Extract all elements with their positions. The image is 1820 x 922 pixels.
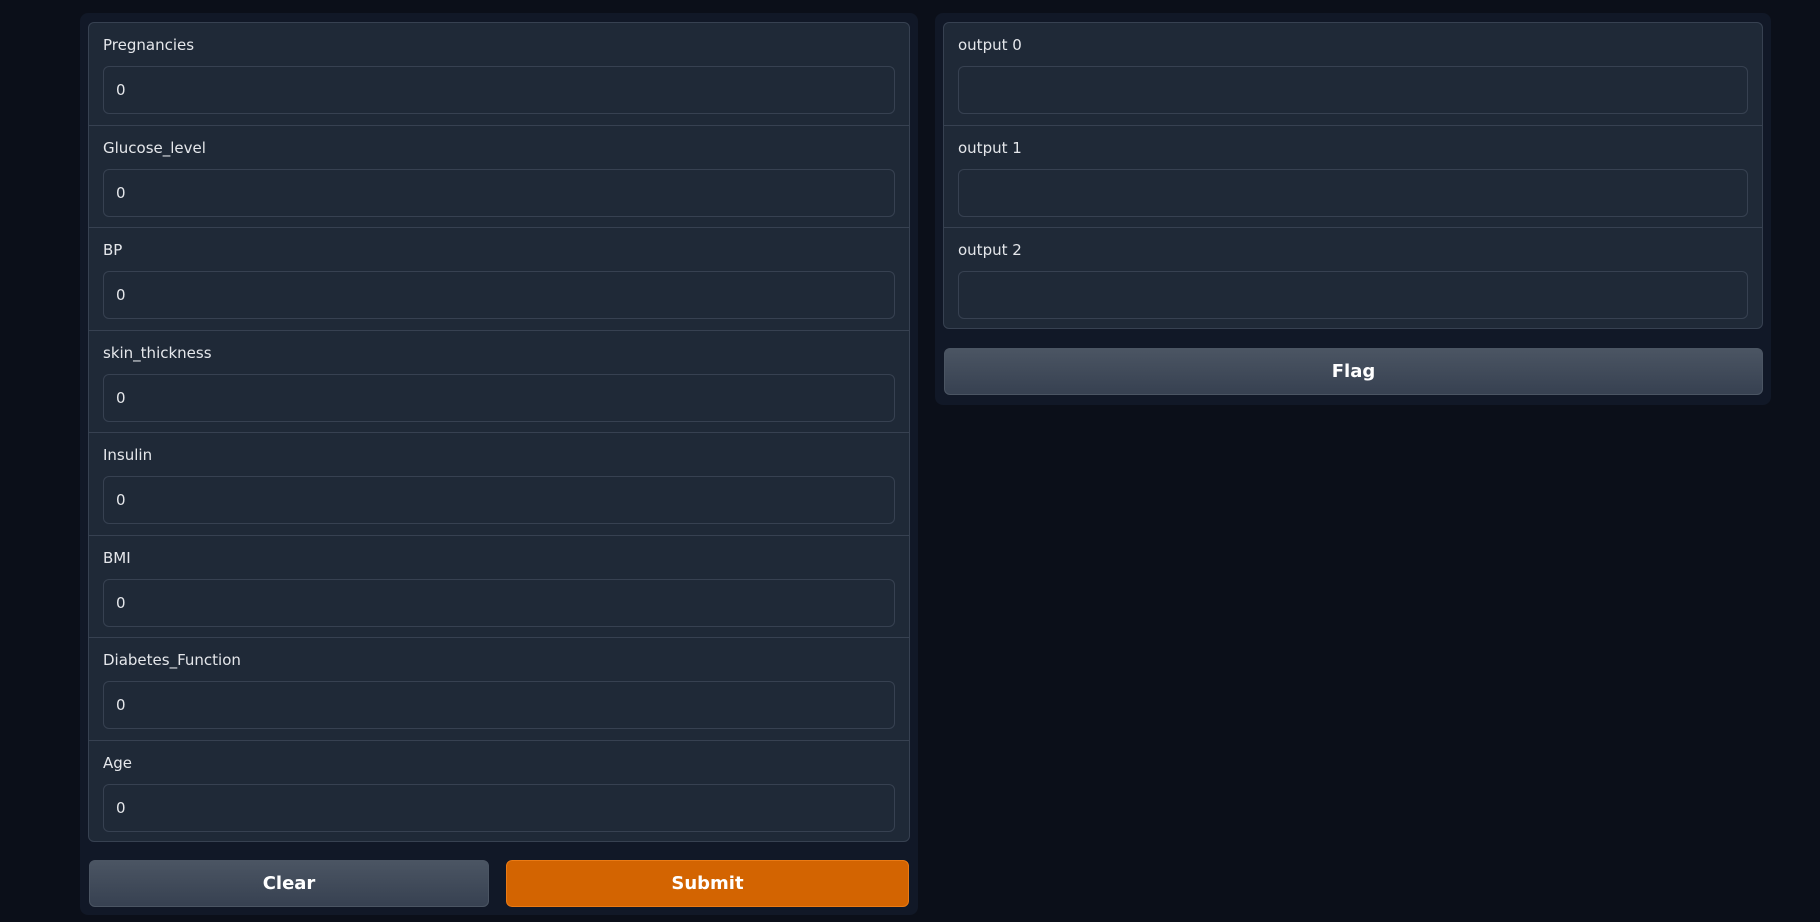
field-label: Pregnancies	[103, 36, 195, 54]
skin-thickness-input[interactable]	[103, 373, 895, 422]
input-panel: Pregnancies Glucose_level BP skin_thickn…	[88, 22, 910, 842]
field-label: skin_thickness	[103, 343, 212, 362]
diabetes-function-input[interactable]	[103, 681, 895, 729]
output-panel: output 0 output 1 output 2	[943, 22, 1763, 329]
bp-input[interactable]	[103, 271, 895, 319]
pregnancies-input[interactable]	[103, 66, 895, 114]
field-insulin: Insulin	[89, 433, 909, 536]
field-label: output 2	[958, 241, 1022, 259]
output-2-box[interactable]	[958, 271, 1748, 319]
field-label: output 1	[958, 138, 1022, 157]
field-diabetes-function: Diabetes_Function	[89, 638, 909, 741]
insulin-input[interactable]	[103, 476, 895, 524]
field-label: Diabetes_Function	[103, 651, 241, 669]
field-label: Age	[103, 753, 133, 772]
field-label: output 0	[958, 36, 1022, 54]
field-glucose-level: Glucose_level	[89, 126, 909, 228]
output-column: output 0 output 1 output 2 Flag	[935, 13, 1771, 405]
output-1-box[interactable]	[958, 168, 1748, 217]
field-skin-thickness: skin_thickness	[89, 331, 909, 433]
field-label: Insulin	[103, 446, 153, 464]
field-bmi: BMI	[89, 536, 909, 638]
field-output-1: output 1	[944, 126, 1762, 228]
field-label: Glucose_level	[103, 138, 206, 157]
glucose-level-input[interactable]	[103, 168, 895, 217]
field-output-2: output 2	[944, 228, 1762, 328]
clear-button[interactable]: Clear	[89, 860, 489, 907]
output-0-box[interactable]	[958, 66, 1748, 114]
bmi-input[interactable]	[103, 578, 895, 627]
field-pregnancies: Pregnancies	[89, 23, 909, 126]
flag-button[interactable]: Flag	[944, 348, 1763, 395]
field-label: BP	[103, 241, 123, 259]
field-label: BMI	[103, 548, 131, 567]
field-age: Age	[89, 741, 909, 842]
input-column: Pregnancies Glucose_level BP skin_thickn…	[80, 13, 918, 915]
field-bp: BP	[89, 228, 909, 331]
submit-button[interactable]: Submit	[506, 860, 909, 907]
field-output-0: output 0	[944, 23, 1762, 126]
age-input[interactable]	[103, 783, 895, 832]
